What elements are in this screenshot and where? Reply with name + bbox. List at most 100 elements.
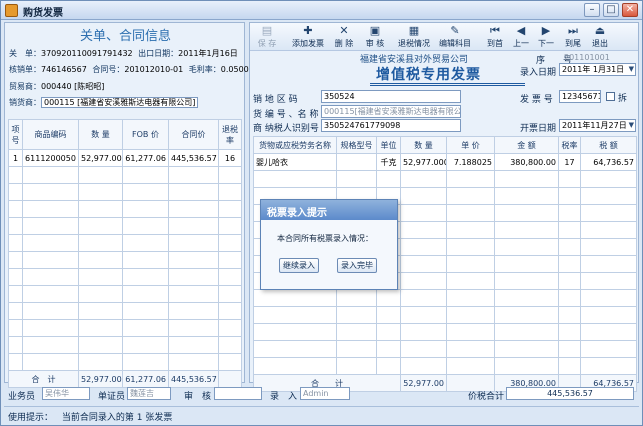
invoice-no-field[interactable]: 12345671 [559, 90, 601, 103]
entry-field[interactable]: Admin [300, 387, 350, 400]
toolbar-label: 删 除 [334, 39, 354, 48]
cell[interactable]: 64,736.57 [580, 153, 637, 171]
toolbar-button-exit[interactable]: ⏏ 退出 [588, 24, 612, 50]
status-bar: 使用提示： 当前合同录入的第 1 张发票 [4, 406, 639, 423]
col-unit[interactable]: 单位 [376, 136, 401, 154]
col-amount[interactable]: 金 额 [494, 136, 559, 154]
toolbar-label: 下一 [538, 39, 554, 48]
cell[interactable]: 婴儿哈衣 [253, 153, 337, 171]
first-icon: ⏮ [490, 24, 500, 37]
col-tax[interactable]: 税 额 [580, 136, 637, 154]
col-spec[interactable]: 规格型号 [336, 136, 377, 154]
taxid-field[interactable]: 350524761779098 [321, 119, 461, 132]
refund-status-icon: ▦ [408, 24, 420, 37]
seller-code-field[interactable]: 350524 [321, 90, 461, 103]
finish-entry-button[interactable]: 录入完毕 [337, 258, 377, 273]
cell[interactable]: 1 [8, 149, 23, 167]
col-goods-code[interactable]: 商品编码 [22, 119, 79, 150]
toolbar-button-audit[interactable]: ▣ 审 核 [360, 24, 390, 50]
col-item-no[interactable]: 项号 [8, 119, 23, 150]
verify-row: 核销单：746146567 合同号：201012010-01 毛利率：0.050… [9, 65, 249, 74]
cell[interactable] [336, 153, 377, 171]
empty-row [8, 285, 242, 303]
window-title: 购货发票 [23, 8, 63, 19]
toolbar-button-prev[interactable]: ◀ 上一 [509, 24, 533, 50]
toolbar-label: 退出 [592, 39, 608, 48]
empty-row [253, 340, 637, 358]
cell[interactable]: 380,800.00 [494, 153, 559, 171]
supplier-row: 销货商： 000115 [福建省安溪雅斯达电器有限公司] [9, 97, 199, 108]
verify-no: 746146567 [41, 65, 87, 74]
cell[interactable]: 6111200050 [22, 149, 79, 167]
toolbar-button-refund-status[interactable]: ▦ 退税情况 [395, 24, 433, 50]
open-date-picker[interactable]: 2011年11月27日 [559, 119, 636, 132]
col-tax-rate[interactable]: 税率 [558, 136, 581, 154]
toolbar-button-edit-account[interactable]: ✎ 编辑科目 [435, 24, 475, 50]
audit-label: 审 核 [184, 392, 212, 402]
toolbar-button-add-invoice[interactable]: ✚ 添加发票 [288, 24, 328, 50]
cell[interactable]: 445,536.57 [168, 149, 219, 167]
toolbar-button-first[interactable]: ⏮ 到首 [483, 24, 507, 50]
col-contract-price[interactable]: 合同价 [168, 119, 219, 150]
toolbar-button-next[interactable]: ▶ 下一 [534, 24, 558, 50]
maximize-button[interactable]: □ [603, 3, 619, 17]
margin-rate: 0.0500 [220, 65, 249, 74]
toolbar-label: 上一 [513, 39, 529, 48]
customs-no: 370920110091791432 [41, 49, 133, 58]
empty-row [8, 183, 242, 201]
cell[interactable]: 千克 [376, 153, 401, 171]
split-label: 拆 [618, 94, 628, 104]
audit-field[interactable] [214, 387, 262, 400]
continue-entry-button[interactable]: 继续录入 [279, 258, 319, 273]
salesman-field[interactable]: 吴伟华 [42, 387, 90, 400]
entry-date-picker[interactable]: 2011年 1月31日 [559, 63, 636, 76]
col-qty[interactable]: 数 量 [400, 136, 447, 154]
toolbar-label: 到尾 [565, 39, 581, 48]
dialog-message: 本合同所有税票录入情况： [277, 234, 373, 243]
invoice-no-label: 发 票 号 [520, 95, 553, 105]
cell[interactable]: 7.188025 [446, 153, 495, 171]
cell[interactable]: 52,977.000 [400, 153, 447, 171]
toolbar-button-last[interactable]: ⏭ 到尾 [561, 24, 585, 50]
empty-row [8, 217, 242, 235]
status-prefix: 使用提示： [8, 413, 54, 423]
seq-no: 201101001 [564, 53, 610, 62]
col-refund-rate[interactable]: 退税率 [218, 119, 242, 150]
invoice-title: 增值税专用发票 [376, 67, 481, 83]
table-row[interactable]: 婴儿哈衣 千克 52,977.000 7.188025 380,800.00 1… [253, 153, 637, 171]
voucher-field[interactable]: 魏莲吉 [127, 387, 171, 400]
taxid-label: 商 纳税人识别号 [253, 124, 319, 134]
col-quantity[interactable]: 数 量 [78, 119, 123, 150]
empty-row [8, 234, 242, 252]
tax-entry-dialog: 税票录入提示 本合同所有税票录入情况： 继续录入 录入完毕 [260, 199, 398, 290]
last-icon: ⏭ [568, 24, 578, 37]
col-unit-price[interactable]: 单 价 [446, 136, 495, 154]
toolbar-button-delete[interactable]: ✕ 删 除 [332, 24, 356, 50]
voucher-label: 单证员 [98, 392, 126, 402]
col-fob-price[interactable]: FOB 价 [122, 119, 169, 150]
minimize-button[interactable]: – [584, 3, 600, 17]
empty-row [8, 353, 242, 371]
audit-icon: ▣ [369, 24, 381, 37]
salesman-label: 业务员 [8, 392, 36, 402]
table-row[interactable]: 1 6111200050 52,977.000 61,277.06 445,53… [8, 149, 242, 167]
total-label: 合 计 [8, 370, 79, 388]
cell[interactable]: 17 [558, 153, 581, 171]
total-price-field: 445,536.57 [506, 387, 634, 400]
title-underline [370, 83, 525, 86]
cell[interactable]: 52,977.000 [78, 149, 123, 167]
dialog-title: 税票录入提示 [261, 200, 397, 220]
open-date-label: 开票日期 [520, 124, 557, 134]
empty-row [8, 268, 242, 286]
toolbar-label: 到首 [487, 39, 503, 48]
cell[interactable]: 61,277.06 [122, 149, 169, 167]
seller-name-field[interactable]: 000115[福建省安溪雅斯达电器有限公司] [321, 105, 461, 118]
split-checkbox[interactable] [606, 92, 615, 101]
col-goods-name[interactable]: 货物或应税劳务名称 [253, 136, 337, 154]
status-text: 当前合同录入的第 1 张发票 [61, 413, 173, 423]
toolbar-button-save[interactable]: ▤ 保 存 [252, 24, 282, 50]
close-button[interactable]: ✕ [622, 3, 638, 17]
cell[interactable]: 16 [218, 149, 242, 167]
empty-row [253, 170, 637, 188]
app-icon [5, 4, 18, 17]
